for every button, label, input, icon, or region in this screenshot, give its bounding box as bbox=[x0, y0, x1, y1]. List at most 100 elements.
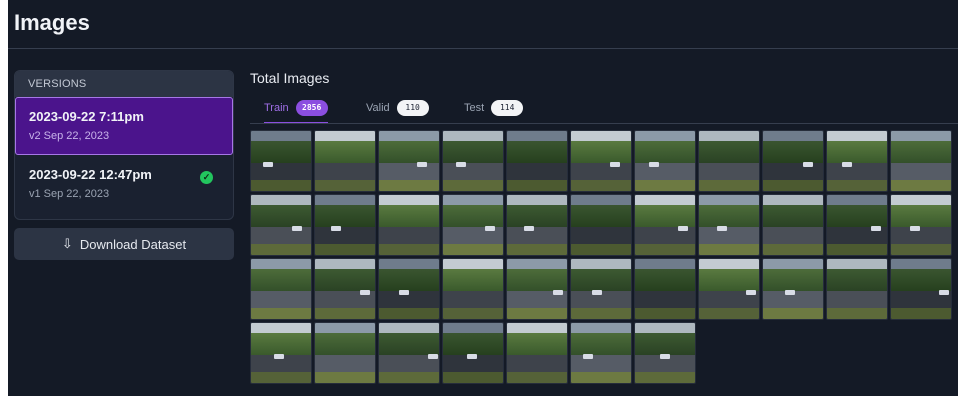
versions-panel: VERSIONS 2023-09-22 7:11pm v2 Sep 22, 20… bbox=[14, 70, 234, 220]
image-thumbnail[interactable] bbox=[634, 194, 696, 256]
vehicle-marker bbox=[456, 162, 466, 168]
thumbnail-grass bbox=[891, 308, 951, 319]
thumbnail-grass bbox=[443, 244, 503, 255]
image-thumbnail[interactable] bbox=[570, 258, 632, 320]
image-thumbnail[interactable] bbox=[890, 194, 952, 256]
image-thumbnail[interactable] bbox=[314, 130, 376, 192]
vehicle-marker bbox=[553, 290, 563, 296]
download-dataset-label: Download Dataset bbox=[79, 236, 187, 252]
vehicle-marker bbox=[660, 354, 670, 360]
thumbnail-trees bbox=[379, 204, 439, 228]
thumbnail-grass bbox=[251, 244, 311, 255]
page-bottom-edge bbox=[8, 396, 958, 400]
thumbnail-grass bbox=[699, 244, 759, 255]
vehicle-marker bbox=[331, 226, 341, 232]
thumbnail-grass bbox=[827, 244, 887, 255]
image-thumbnail[interactable] bbox=[570, 322, 632, 384]
tab-count-badge: 2856 bbox=[295, 99, 328, 116]
thumbnail-road bbox=[763, 227, 823, 245]
tab-train[interactable]: Train 2856 bbox=[264, 92, 328, 124]
image-thumbnail[interactable] bbox=[250, 194, 312, 256]
thumbnail-trees bbox=[443, 332, 503, 356]
image-thumbnail[interactable] bbox=[506, 258, 568, 320]
thumbnail-trees bbox=[891, 140, 951, 164]
tab-test[interactable]: Test 114 bbox=[464, 92, 524, 123]
split-tabs: Train 2856 Valid 110 Test 114 bbox=[250, 92, 958, 124]
image-thumbnail[interactable] bbox=[442, 322, 504, 384]
image-thumbnail[interactable] bbox=[698, 130, 760, 192]
thumbnail-trees bbox=[763, 140, 823, 164]
thumbnail-trees bbox=[827, 268, 887, 292]
thumbnail-grass bbox=[635, 308, 695, 319]
image-thumbnail[interactable] bbox=[634, 322, 696, 384]
image-thumbnail[interactable] bbox=[762, 130, 824, 192]
image-thumbnail[interactable] bbox=[378, 322, 440, 384]
image-thumbnail[interactable] bbox=[250, 130, 312, 192]
image-thumbnail[interactable] bbox=[698, 194, 760, 256]
image-thumbnail[interactable] bbox=[442, 258, 504, 320]
image-thumbnail[interactable] bbox=[570, 130, 632, 192]
tab-valid[interactable]: Valid 110 bbox=[366, 92, 429, 123]
thumbnail-grass bbox=[891, 244, 951, 255]
image-thumbnail[interactable] bbox=[634, 258, 696, 320]
image-thumbnail[interactable] bbox=[442, 130, 504, 192]
image-thumbnail[interactable] bbox=[890, 130, 952, 192]
download-dataset-button[interactable]: ⇩ Download Dataset bbox=[14, 228, 234, 260]
thumbnail-trees bbox=[763, 268, 823, 292]
image-thumbnail[interactable] bbox=[250, 258, 312, 320]
image-thumbnail[interactable] bbox=[442, 194, 504, 256]
thumbnail-road bbox=[315, 163, 375, 181]
thumbnail-trees bbox=[379, 140, 439, 164]
image-thumbnail[interactable] bbox=[506, 322, 568, 384]
thumbnail-grass bbox=[635, 372, 695, 383]
image-thumbnail[interactable] bbox=[314, 258, 376, 320]
thumbnail-trees bbox=[379, 268, 439, 292]
thumbnail-grass bbox=[827, 308, 887, 319]
thumbnail-trees bbox=[315, 204, 375, 228]
image-thumbnail[interactable] bbox=[250, 322, 312, 384]
thumbnail-grass bbox=[635, 180, 695, 191]
image-thumbnail[interactable] bbox=[890, 258, 952, 320]
image-thumbnail[interactable] bbox=[506, 194, 568, 256]
image-thumbnail-grid bbox=[250, 130, 958, 384]
image-thumbnail[interactable] bbox=[314, 322, 376, 384]
thumbnail-road bbox=[571, 163, 631, 181]
thumbnail-grass bbox=[315, 372, 375, 383]
thumbnail-grass bbox=[763, 244, 823, 255]
total-images-label: Total Images bbox=[250, 70, 330, 86]
thumbnail-grass bbox=[315, 244, 375, 255]
image-thumbnail[interactable] bbox=[762, 258, 824, 320]
thumbnail-road bbox=[507, 355, 567, 373]
image-thumbnail[interactable] bbox=[826, 194, 888, 256]
vehicle-marker bbox=[292, 226, 302, 232]
thumbnail-road bbox=[571, 355, 631, 373]
image-thumbnail[interactable] bbox=[378, 130, 440, 192]
vehicle-marker bbox=[842, 162, 852, 168]
thumbnail-trees bbox=[443, 204, 503, 228]
image-thumbnail[interactable] bbox=[314, 194, 376, 256]
image-thumbnail[interactable] bbox=[698, 258, 760, 320]
vehicle-marker bbox=[803, 162, 813, 168]
thumbnail-trees bbox=[571, 204, 631, 228]
thumbnail-grass bbox=[443, 372, 503, 383]
thumbnail-road bbox=[827, 163, 887, 181]
thumbnail-trees bbox=[635, 332, 695, 356]
image-thumbnail[interactable] bbox=[570, 194, 632, 256]
vehicle-marker bbox=[263, 162, 273, 168]
image-thumbnail[interactable] bbox=[378, 194, 440, 256]
image-thumbnail[interactable] bbox=[378, 258, 440, 320]
thumbnail-grass bbox=[571, 308, 631, 319]
image-thumbnail[interactable] bbox=[634, 130, 696, 192]
thumbnail-trees bbox=[891, 204, 951, 228]
thumbnail-trees bbox=[315, 332, 375, 356]
thumbnail-road bbox=[315, 227, 375, 245]
thumbnail-grass bbox=[379, 372, 439, 383]
thumbnail-trees bbox=[507, 140, 567, 164]
image-thumbnail[interactable] bbox=[506, 130, 568, 192]
version-item-v1[interactable]: 2023-09-22 12:47pm v1 Sep 22, 2023 ✓ bbox=[15, 155, 233, 211]
version-item-v2[interactable]: 2023-09-22 7:11pm v2 Sep 22, 2023 bbox=[15, 97, 233, 155]
image-thumbnail[interactable] bbox=[826, 130, 888, 192]
images-page: Images VERSIONS 2023-09-22 7:11pm v2 Sep… bbox=[8, 0, 958, 400]
image-thumbnail[interactable] bbox=[762, 194, 824, 256]
image-thumbnail[interactable] bbox=[826, 258, 888, 320]
